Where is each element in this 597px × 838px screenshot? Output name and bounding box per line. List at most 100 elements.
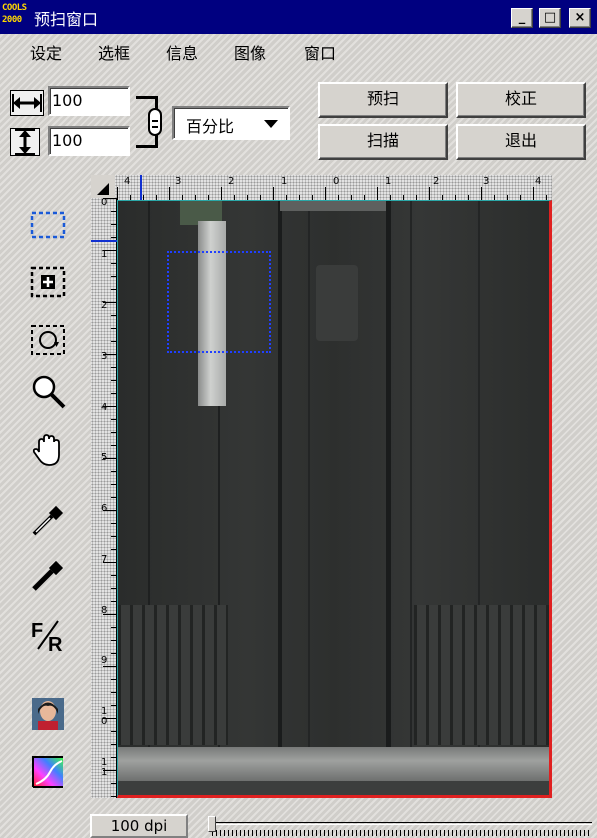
tool-image-adjust[interactable]: [28, 694, 68, 734]
ruler-tick: [117, 187, 118, 201]
close-button[interactable]: ×: [569, 8, 591, 28]
ruler-tick: [103, 666, 117, 667]
menu-image[interactable]: 图像: [234, 40, 266, 64]
ruler-tick: [103, 406, 117, 407]
menu-bar: 设定 选框 信息 图像 窗口: [0, 34, 597, 68]
zoom-slider[interactable]: [202, 814, 594, 838]
ruler-tick: [103, 458, 117, 459]
unit-select[interactable]: 百分比: [172, 106, 290, 140]
horizontal-ruler: 4 3 2 1 0 1 2 3 4: [115, 175, 552, 201]
maximize-icon: □: [543, 10, 557, 25]
chain-link-icon[interactable]: [148, 108, 162, 136]
ruler-tick: [103, 562, 117, 563]
logo-line-1: COOLS: [2, 3, 27, 13]
hand-pan-icon: [32, 434, 60, 466]
preview-floor-shadow: [118, 781, 549, 795]
window-title: 预扫窗口: [34, 10, 99, 29]
prescan-button[interactable]: 预扫: [318, 82, 448, 118]
minimize-button[interactable]: _: [511, 8, 533, 28]
width-arrow-icon: [10, 90, 44, 116]
selection-marquee[interactable]: [167, 251, 271, 353]
auto-crop-icon: [31, 325, 65, 355]
ruler-tick: [103, 614, 117, 615]
close-icon: ×: [574, 10, 586, 25]
maximize-button[interactable]: □: [539, 8, 561, 28]
ruler-v-label: 0: [101, 197, 108, 208]
ftr-letter-f: F: [31, 620, 43, 642]
slider-thumb[interactable]: [208, 816, 216, 832]
tool-auto-crop[interactable]: [28, 320, 68, 360]
height-arrow-icon: [10, 128, 40, 156]
ruler-tick: [377, 187, 378, 201]
ruler-h-label: 0: [333, 176, 340, 187]
ruler-tick: [273, 187, 274, 201]
menu-window[interactable]: 窗口: [304, 40, 336, 64]
ruler-position-marker: [140, 175, 142, 201]
scan-button[interactable]: 扫描: [318, 124, 448, 160]
chevron-down-icon[interactable]: [264, 120, 278, 128]
ruler-h-label: 3: [175, 176, 182, 187]
ruler-tick: [103, 198, 117, 199]
tool-white-point[interactable]: [28, 500, 68, 540]
ruler-v-label: 1 0: [101, 706, 108, 727]
ruler-v-label: 1 1: [101, 757, 108, 778]
eyedropper-black-icon: [32, 560, 64, 591]
ruler-tick: [103, 510, 117, 511]
add-selection-icon: [30, 266, 66, 298]
preview-grille: [414, 605, 549, 745]
zoom-icon: [32, 375, 66, 409]
selection-marquee-icon: [30, 211, 66, 239]
height-field[interactable]: 100: [48, 126, 130, 156]
resolution-display: 100 dpi: [90, 814, 188, 838]
preview-line: [386, 201, 391, 761]
tool-film-reverse[interactable]: F R: [28, 615, 68, 656]
ruler-v-label: 7: [101, 554, 108, 565]
width-field[interactable]: 100: [48, 86, 130, 116]
ruler-tick: [533, 187, 534, 201]
tool-zoom[interactable]: [28, 372, 68, 412]
ruler-tick: [169, 187, 170, 201]
ruler-tick: [221, 187, 222, 201]
tool-black-point[interactable]: [28, 555, 68, 595]
title-bar[interactable]: COOLS 2000 预扫窗口 _ □ ×: [0, 0, 597, 34]
menu-info[interactable]: 信息: [166, 40, 198, 64]
ftr-letter-r: R: [48, 634, 63, 655]
ruler-h-label: 2: [228, 176, 235, 187]
ruler-v-label: 6: [101, 503, 108, 514]
vertical-ruler: 0 1 2 3 4 5 6 7 8 9 1 0 1 1: [91, 198, 117, 798]
ruler-tick: [481, 187, 482, 201]
tool-hand[interactable]: [28, 430, 68, 470]
preview-line: [410, 201, 412, 761]
preview-top-bar: [280, 201, 386, 211]
exit-button[interactable]: 退出: [456, 124, 586, 160]
tool-add-selection[interactable]: [28, 262, 68, 302]
film-reverse-icon: F R: [31, 620, 63, 656]
preview-line: [308, 201, 310, 761]
ruler-h-label: 4: [124, 176, 131, 187]
ruler-v-label: 4: [101, 402, 108, 413]
slider-ticks: [212, 830, 592, 836]
ruler-h-label: 1: [385, 176, 392, 187]
ruler-position-marker: [91, 240, 117, 242]
tool-color-curve[interactable]: [28, 752, 68, 792]
ruler-h-label: 4: [535, 176, 542, 187]
preview-line: [278, 201, 282, 761]
preview-grille: [118, 605, 228, 745]
menu-settings[interactable]: 设定: [30, 40, 62, 64]
preview-floor: [118, 747, 549, 781]
ruler-tick: [325, 187, 326, 201]
ruler-h-label: 3: [483, 176, 490, 187]
menu-marquee[interactable]: 选框: [98, 40, 130, 64]
ruler-tick: [429, 187, 430, 201]
calibrate-button[interactable]: 校正: [456, 82, 586, 118]
tool-select[interactable]: [28, 205, 68, 245]
slider-track-line: [212, 822, 592, 825]
ruler-h-label: 1: [281, 176, 288, 187]
ruler-tick: [103, 354, 117, 355]
ruler-v-label: 9: [101, 655, 108, 666]
eyedropper-white-icon: [32, 505, 64, 536]
color-curve-icon: [32, 756, 63, 788]
app-logo-icon: COOLS 2000: [2, 2, 32, 30]
preview-window: [316, 265, 358, 341]
ruler-tick: [103, 302, 117, 303]
